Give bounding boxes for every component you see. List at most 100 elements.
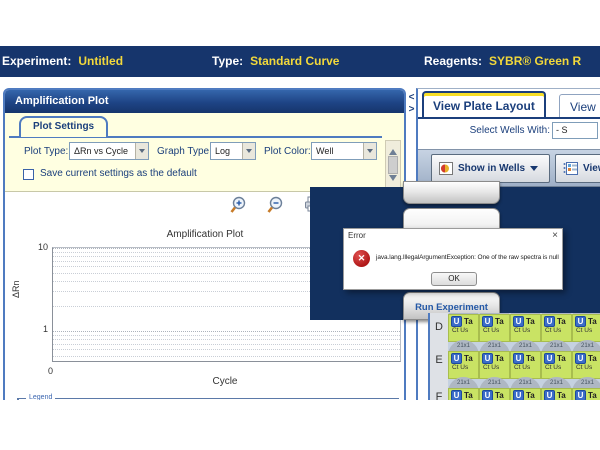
plot-type-select[interactable]: ΔRn vs Cycle [69,142,149,160]
view-legend-label: View L [583,163,600,174]
experiment-info-bar: Experiment:Untitled Type:Standard Curve … [0,46,600,77]
panel-title: Amplification Plot [5,90,404,113]
well-block: UTaCt Us [541,314,572,342]
zoom-out-icon[interactable] [267,196,285,214]
plate-well-D2[interactable]: 21x1UTaCt Us [479,313,510,342]
run-experiment-label[interactable]: Run Experiment [403,302,500,313]
plate-well-E4[interactable]: 21x1UTaCt Us [541,342,572,379]
show-in-wells-button[interactable]: Show in Wells [431,154,550,183]
plate-well-F5[interactable]: 21x1UTaCt Us [572,379,600,400]
select-wells-value: - S [556,125,568,135]
caret-down-icon [530,166,538,175]
well-block: UTaCt Us [448,388,479,400]
select-wells-dropdown[interactable]: - S [552,122,598,139]
error-dialog: Error × ✕ java.lang.IllegalArgumentExcep… [343,228,563,290]
tab-plot-settings[interactable]: Plot Settings [19,116,108,137]
well-target: Ta [464,354,473,363]
collapse-left-icon[interactable]: < [407,92,416,104]
tab-view-well-table[interactable]: View [559,94,600,117]
plate-well-D4[interactable]: 21x1UTaCt Us [541,313,572,342]
y-tick-10: 10 [28,242,48,252]
chevron-down-icon [135,143,148,159]
well-target: Ta [464,317,473,326]
plate-grid-viewport: 21x1UTaCt Us21x1UTaCt Us21x1UTaCt Us21x1… [448,313,600,400]
tab-view-plate-layout[interactable]: View Plate Layout [422,91,546,117]
experiment-label: Experiment: [2,54,71,68]
plate-row-labels: DEF [428,313,448,400]
zoom-in-icon[interactable] [230,196,248,214]
well-sample-text: 21x1 [510,342,541,351]
well-detail-text: Ct Us [449,327,478,334]
close-icon[interactable]: × [552,230,558,241]
well-block: UTaCt Us [510,314,541,342]
plate-well-E3[interactable]: 21x1UTaCt Us [510,342,541,379]
well-target: Ta [526,317,535,326]
well-target: Ta [557,317,566,326]
view-legend-button[interactable]: View L [555,154,600,183]
well-block: UTaCt Us [541,351,572,379]
save-default-label: Save current settings as the default [40,168,197,179]
well-block: UTaCt Us [541,388,572,400]
row-label-D: D [430,313,448,342]
well-sample-text: 21x1 [572,379,600,388]
well-target: Ta [588,354,597,363]
task-unknown-icon: U [451,316,462,327]
well-sample-text: 21x1 [510,379,541,388]
task-unknown-icon: U [575,353,586,364]
well-sample-text: 21x1 [479,379,510,388]
well-target: Ta [495,354,504,363]
plate-well-D1[interactable]: 21x1UTaCt Us [448,313,479,342]
chevron-down-icon [363,143,376,159]
plate-well-D5[interactable]: 21x1UTaCt Us [572,313,600,342]
task-unknown-icon: U [513,390,524,400]
plate-well-D3[interactable]: 21x1UTaCt Us [510,313,541,342]
y-tick-1: 1 [28,324,48,334]
well-sample-text: 21x1 [541,379,572,388]
task-unknown-icon: U [544,353,555,364]
task-unknown-icon: U [482,316,493,327]
y-axis-label: ΔRn [11,280,21,298]
well-detail-text: Ct Us [511,364,540,371]
expand-right-icon[interactable]: > [407,104,416,116]
type-value: Standard Curve [250,54,339,68]
plate-well-F4[interactable]: 21x1UTaCt Us [541,379,572,400]
plate-grid: 21x1UTaCt Us21x1UTaCt Us21x1UTaCt Us21x1… [448,313,600,400]
legend-icon [563,162,578,175]
graph-type-select[interactable]: Log [210,142,256,160]
scrollbar-thumb[interactable] [388,156,398,174]
plate-well-F2[interactable]: 21x1UTaCt Us [479,379,510,400]
ok-button[interactable]: OK [431,272,477,286]
type-label: Type: [212,54,243,68]
task-unknown-icon: U [451,390,462,400]
task-unknown-icon: U [544,316,555,327]
well-sample-text: 21x1 [448,379,479,388]
chevron-down-icon[interactable] [389,175,397,185]
plot-color-select[interactable]: Well [311,142,377,160]
nav-button-upper[interactable] [403,181,500,204]
well-target: Ta [526,354,535,363]
gridline-0.9 [53,335,400,336]
well-detail-text: Ct Us [573,327,600,334]
dialog-title: Error [344,229,562,242]
settings-scrollbar[interactable] [385,140,401,190]
well-detail-text: Ct Us [573,364,600,371]
error-message: java.lang.IllegalArgumentException: One … [376,254,559,261]
well-target: Ta [495,317,504,326]
plate-well-E5[interactable]: 21x1UTaCt Us [572,342,600,379]
chevron-up-icon[interactable] [389,145,397,155]
well-block: UTaCt Us [510,351,541,379]
x-tick-0: 0 [48,366,53,376]
well-target: Ta [526,391,535,400]
plate-well-E1[interactable]: 21x1UTaCt Us [448,342,479,379]
well-detail-text: Ct Us [449,364,478,371]
bottom-mask [0,400,600,450]
task-unknown-icon: U [482,390,493,400]
well-sample-text: 21x1 [448,342,479,351]
well-block: UTaCt Us [572,314,600,342]
plate-well-E2[interactable]: 21x1UTaCt Us [479,342,510,379]
well-block: UTaCt Us [479,314,510,342]
save-default-checkbox[interactable] [23,169,34,180]
plate-well-F3[interactable]: 21x1UTaCt Us [510,379,541,400]
well-sample-text: 21x1 [541,342,572,351]
plate-well-F1[interactable]: 21x1UTaCt Us [448,379,479,400]
